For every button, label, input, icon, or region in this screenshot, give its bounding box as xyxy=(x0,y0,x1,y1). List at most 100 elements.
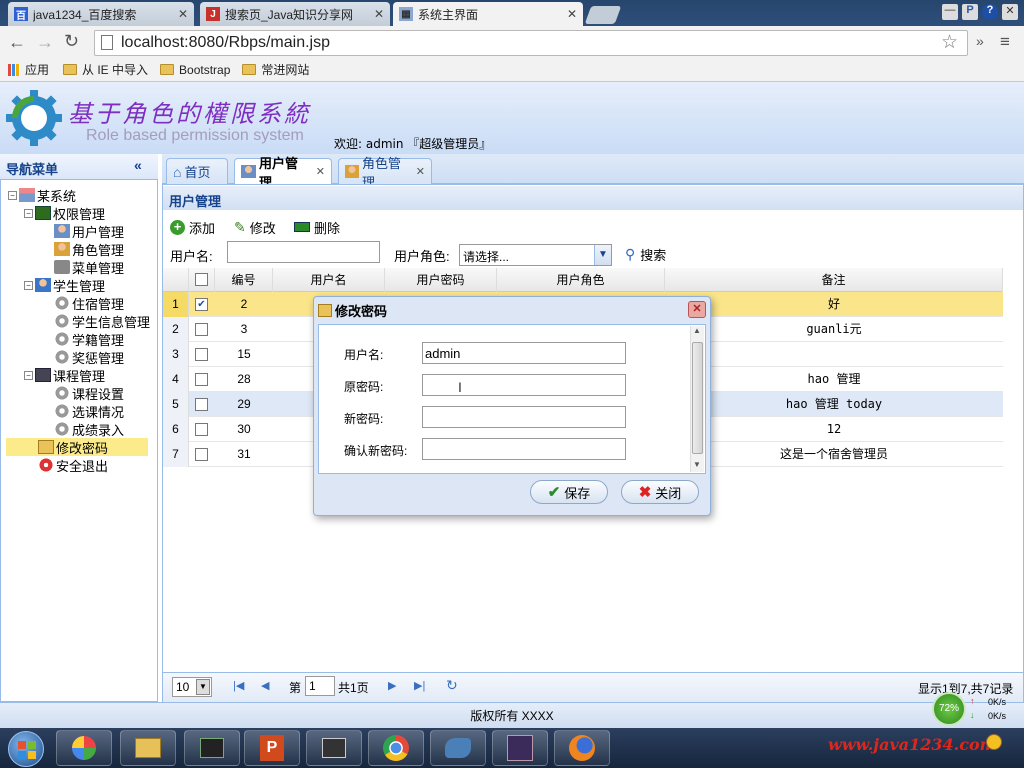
row-checkbox[interactable] xyxy=(195,348,208,361)
browser-tab-java[interactable]: J 搜索页_Java知识分享网 ✕ xyxy=(200,2,390,26)
refresh-icon[interactable]: ↻ xyxy=(446,677,458,694)
sidebar-item-logout[interactable]: 安全退出 xyxy=(38,456,108,474)
taskbar-app-pinwheel[interactable] xyxy=(56,730,112,766)
taskbar-app-chrome[interactable] xyxy=(368,730,424,766)
tree-node-root[interactable]: − 某系统 xyxy=(8,186,76,204)
chevron-down-icon[interactable]: ▼ xyxy=(196,679,210,695)
prev-page-icon[interactable]: ◀ xyxy=(261,679,269,692)
taskbar-app-terminal[interactable] xyxy=(184,730,240,766)
old-password-input[interactable] xyxy=(422,374,626,396)
tree-node-student[interactable]: − 学生管理 xyxy=(24,276,105,294)
scrollbar-thumb[interactable] xyxy=(692,342,703,454)
bookmark-bootstrap[interactable]: Bootstrap xyxy=(160,63,230,77)
collapse-icon[interactable]: − xyxy=(24,280,33,290)
table-cell-check[interactable] xyxy=(189,442,215,467)
edit-button[interactable]: ✎ 修改 xyxy=(234,217,276,237)
table-cell-check[interactable] xyxy=(189,392,215,417)
username-filter-input[interactable] xyxy=(227,241,380,263)
next-page-icon[interactable]: ▶ xyxy=(388,679,396,692)
row-checkbox[interactable]: ✔ xyxy=(195,298,208,311)
table-cell-check[interactable] xyxy=(189,367,215,392)
taskbar-app-powerpoint[interactable]: P xyxy=(244,730,300,766)
collapse-icon[interactable]: − xyxy=(8,190,17,200)
memory-gauge[interactable]: 72% xyxy=(932,692,966,726)
new-password-input[interactable] xyxy=(422,406,626,428)
close-icon[interactable]: ✕ xyxy=(567,7,577,21)
first-page-icon[interactable]: |◀ xyxy=(233,679,244,692)
sidebar-item-student-info[interactable]: 学生信息管理 xyxy=(54,312,150,330)
select-all-checkbox[interactable] xyxy=(195,273,208,286)
taskbar-app-mysql[interactable] xyxy=(430,730,486,766)
grid-header-check[interactable] xyxy=(189,268,215,292)
close-button[interactable]: ✖ 关闭 xyxy=(621,480,699,504)
close-icon[interactable]: ✕ xyxy=(316,165,325,178)
tab-user-manage[interactable]: 用户管理 ✕ xyxy=(234,156,332,190)
tree-node-permission[interactable]: − 权限管理 xyxy=(24,204,105,222)
tree-node-course[interactable]: − 课程管理 xyxy=(24,366,105,384)
forward-icon[interactable]: → xyxy=(36,32,54,53)
sidebar-item-status[interactable]: 学籍管理 xyxy=(54,330,124,348)
help-icon[interactable]: ? xyxy=(982,4,998,20)
reload-icon[interactable]: ↻ xyxy=(64,31,79,52)
close-icon[interactable]: ✕ xyxy=(374,7,384,21)
sidebar-item-reward[interactable]: 奖惩管理 xyxy=(54,348,124,366)
bookmark-ie-import[interactable]: 从 IE 中导入 xyxy=(63,61,148,78)
collapse-icon[interactable]: − xyxy=(24,370,33,380)
address-bar[interactable]: localhost:8080/Rbps/main.jsp ☆ xyxy=(94,30,968,56)
grid-header-password[interactable]: 用户密码 xyxy=(385,268,497,292)
menu-icon[interactable]: ≡ xyxy=(1000,32,1010,52)
taskbar-app-recorder[interactable] xyxy=(306,730,362,766)
browser-tab-baidu[interactable]: 百 java1234_百度搜索 ✕ xyxy=(8,2,194,26)
sidebar-item-change-password[interactable]: 修改密码 xyxy=(6,438,148,456)
row-checkbox[interactable] xyxy=(195,373,208,386)
add-button[interactable]: + 添加 xyxy=(170,217,215,237)
row-checkbox[interactable] xyxy=(195,423,208,436)
row-checkbox[interactable] xyxy=(195,398,208,411)
collapse-icon[interactable]: − xyxy=(24,208,33,218)
role-filter-select[interactable]: 请选择... ▼ xyxy=(459,244,612,266)
last-page-icon[interactable]: ▶| xyxy=(414,679,425,692)
dialog-username-input[interactable]: admin xyxy=(422,342,626,364)
bookmark-common-sites[interactable]: 常进网站 xyxy=(242,61,309,78)
dialog-close-icon[interactable]: ✕ xyxy=(688,301,706,318)
grid-header-role[interactable]: 用户角色 xyxy=(497,268,665,292)
bookmark-apps[interactable]: 应用 xyxy=(8,61,49,78)
minimize-icon[interactable]: — xyxy=(942,4,958,20)
browser-tab-main[interactable]: ▦ 系统主界面 ✕ xyxy=(393,2,583,26)
page-number-input[interactable]: 1 xyxy=(305,676,335,696)
close-icon[interactable]: ✕ xyxy=(416,165,425,178)
grid-header-id[interactable]: 编号 xyxy=(215,268,273,292)
overflow-chevron-icon[interactable]: » xyxy=(976,33,984,49)
save-button[interactable]: ✔ 保存 xyxy=(530,480,608,504)
taskbar-app-eclipse[interactable] xyxy=(492,730,548,766)
confirm-password-input[interactable] xyxy=(422,438,626,460)
taskbar-app-firefox[interactable] xyxy=(554,730,610,766)
grid-header-username[interactable]: 用户名 xyxy=(273,268,385,292)
sidebar-item-dorm[interactable]: 住宿管理 xyxy=(54,294,124,312)
pin-icon[interactable]: P xyxy=(962,4,978,20)
start-button[interactable] xyxy=(8,731,44,767)
back-icon[interactable]: ← xyxy=(8,32,26,53)
sidebar-item-grades[interactable]: 成绩录入 xyxy=(54,420,124,438)
row-checkbox[interactable] xyxy=(195,323,208,336)
collapse-icon[interactable]: « xyxy=(134,157,142,173)
scroll-down-icon[interactable]: ▼ xyxy=(693,460,701,469)
sidebar-item-menu-manage[interactable]: 菜单管理 xyxy=(54,258,124,276)
close-window-icon[interactable]: ✕ xyxy=(1002,4,1018,20)
sidebar-item-course-setup[interactable]: 课程设置 xyxy=(54,384,124,402)
dialog-scrollbar[interactable]: ▲ ▼ xyxy=(690,326,704,472)
scroll-up-icon[interactable]: ▲ xyxy=(693,326,701,335)
sidebar-item-user-manage[interactable]: 用户管理 xyxy=(54,222,124,240)
tab-home[interactable]: ⌂ 首页 xyxy=(166,158,228,184)
sidebar-item-course-select[interactable]: 选课情况 xyxy=(54,402,124,420)
table-cell-check[interactable] xyxy=(189,342,215,367)
page-size-select[interactable]: 10 ▼ xyxy=(172,677,212,697)
search-button[interactable]: ⚲ 搜索 xyxy=(625,244,666,264)
table-cell-check[interactable] xyxy=(189,417,215,442)
delete-button[interactable]: 删除 xyxy=(294,217,340,237)
row-checkbox[interactable] xyxy=(195,448,208,461)
table-cell-check[interactable] xyxy=(189,317,215,342)
table-cell-check[interactable]: ✔ xyxy=(189,292,215,317)
tab-role-manage[interactable]: 角色管理 ✕ xyxy=(338,156,432,190)
star-icon[interactable]: ☆ xyxy=(941,31,958,54)
